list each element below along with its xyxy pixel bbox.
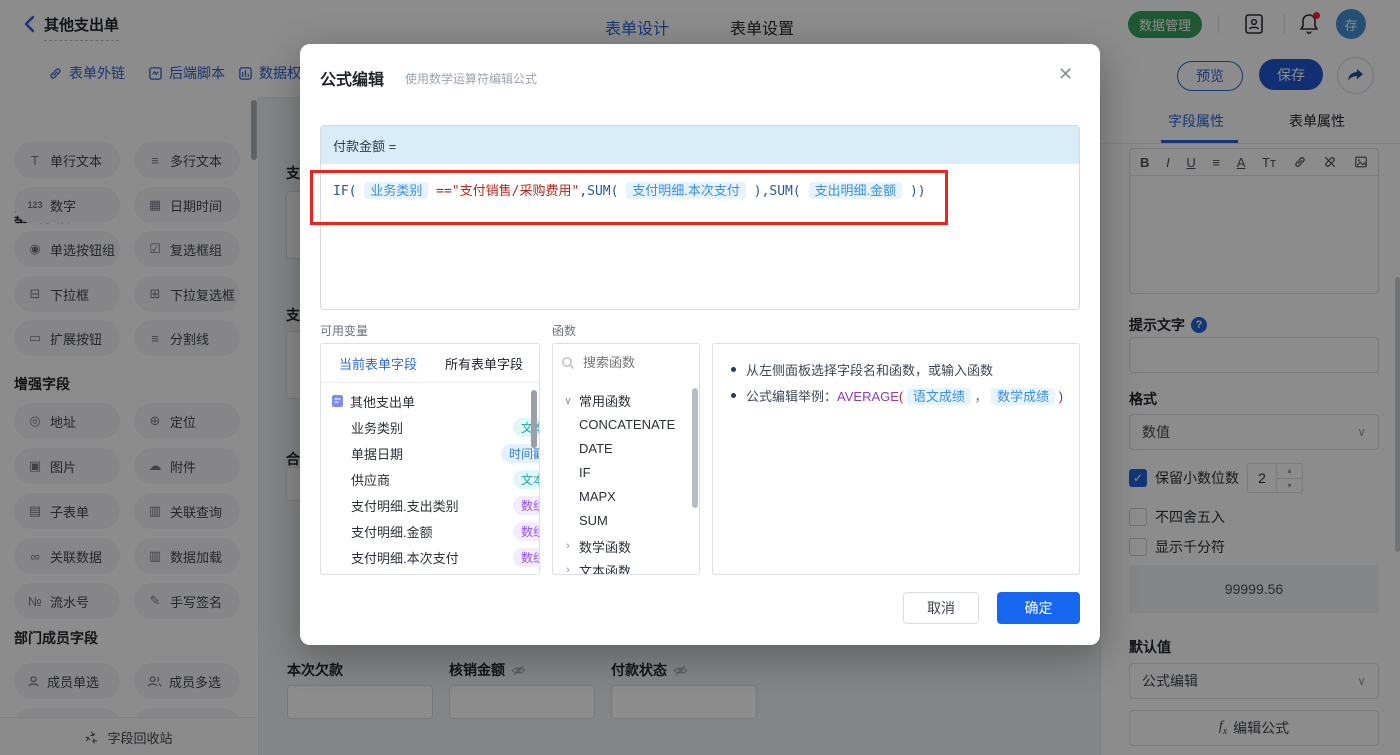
tab-all-form-fields[interactable]: 所有表单字段	[445, 354, 523, 373]
function-search-input[interactable]	[581, 354, 685, 371]
example-chip: 语文成绩	[906, 388, 971, 405]
formula-target: 付款金额 =	[321, 126, 1079, 164]
functions-label: 函数	[552, 324, 577, 338]
bullet-icon	[731, 367, 736, 372]
function-item[interactable]: SUM	[553, 508, 699, 532]
formula-edit-modal: 公式编辑 使用数学运算符编辑公式 ✕ 付款金额 = IF( 业务类别 =="支付…	[300, 44, 1100, 645]
variables-scrollbar[interactable]	[531, 390, 537, 448]
functions-scrollbar[interactable]	[692, 388, 698, 508]
functions-panel: ∨常用函数 CONCATENATE DATE IF MAPX SUM ›数学函数…	[552, 343, 700, 575]
variable-row[interactable]: 单据日期时间戳	[321, 440, 539, 466]
variable-row[interactable]: 支付明细.支出类别数组	[321, 492, 539, 518]
variable-row[interactable]: 业务类别文本	[321, 414, 539, 440]
function-group-text[interactable]: › 文本函数	[553, 558, 699, 575]
close-icon[interactable]: ✕	[1058, 64, 1073, 85]
function-item[interactable]: CONCATENATE	[553, 412, 699, 436]
function-item[interactable]: DATE	[553, 436, 699, 460]
help-line-2: 公式编辑举例：AVERAGE( 语文成绩 ， 数学成绩 )	[731, 386, 1063, 405]
bullet-icon	[731, 393, 736, 398]
function-item[interactable]: IF	[553, 460, 699, 484]
function-group-common[interactable]: ∨ 常用函数	[553, 388, 699, 412]
variables-tabs: 当前表单字段 所有表单字段	[321, 344, 539, 383]
confirm-button[interactable]: 确定	[997, 592, 1080, 624]
cancel-button[interactable]: 取消	[903, 592, 979, 624]
variables-panel: 当前表单字段 所有表单字段 其他支出单 业务类别文本 单据日期时间戳 供应商文本…	[320, 343, 540, 575]
help-panel: 从左侧面板选择字段名和函数，或输入函数 公式编辑举例：AVERAGE( 语文成绩…	[712, 343, 1080, 575]
tab-current-form-fields[interactable]: 当前表单字段	[339, 354, 417, 373]
type-badge: 文本	[512, 469, 539, 489]
variable-row[interactable]: 支付明细.金额数组	[321, 518, 539, 544]
function-search[interactable]	[553, 344, 699, 377]
example-chip: 数学成绩	[991, 388, 1056, 405]
modal-subtitle: 使用数学运算符编辑公式	[405, 72, 538, 86]
variables-label: 可用变量	[320, 324, 369, 338]
type-badge: 数组	[512, 547, 539, 567]
search-icon	[562, 356, 574, 369]
variable-row[interactable]: 支付明细.本次支付数组	[321, 544, 539, 570]
tree-root[interactable]: 其他支出单	[321, 388, 539, 414]
variable-row[interactable]: 供应商文本	[321, 466, 539, 492]
modal-title: 公式编辑	[320, 72, 385, 89]
type-badge: 数组	[512, 521, 539, 541]
document-icon	[332, 395, 343, 407]
app-root: 其他支出单 表单设计 表单设置 数据管理 存 表单外链 后端脚本 数据权限 预览…	[0, 0, 1400, 755]
function-group-math[interactable]: › 数学函数	[553, 534, 699, 558]
type-badge: 数组	[512, 495, 539, 515]
function-item[interactable]: MAPX	[553, 484, 699, 508]
help-line-1: 从左侧面板选择字段名和函数，或输入函数	[731, 360, 993, 379]
annotation-red-box	[310, 170, 948, 225]
